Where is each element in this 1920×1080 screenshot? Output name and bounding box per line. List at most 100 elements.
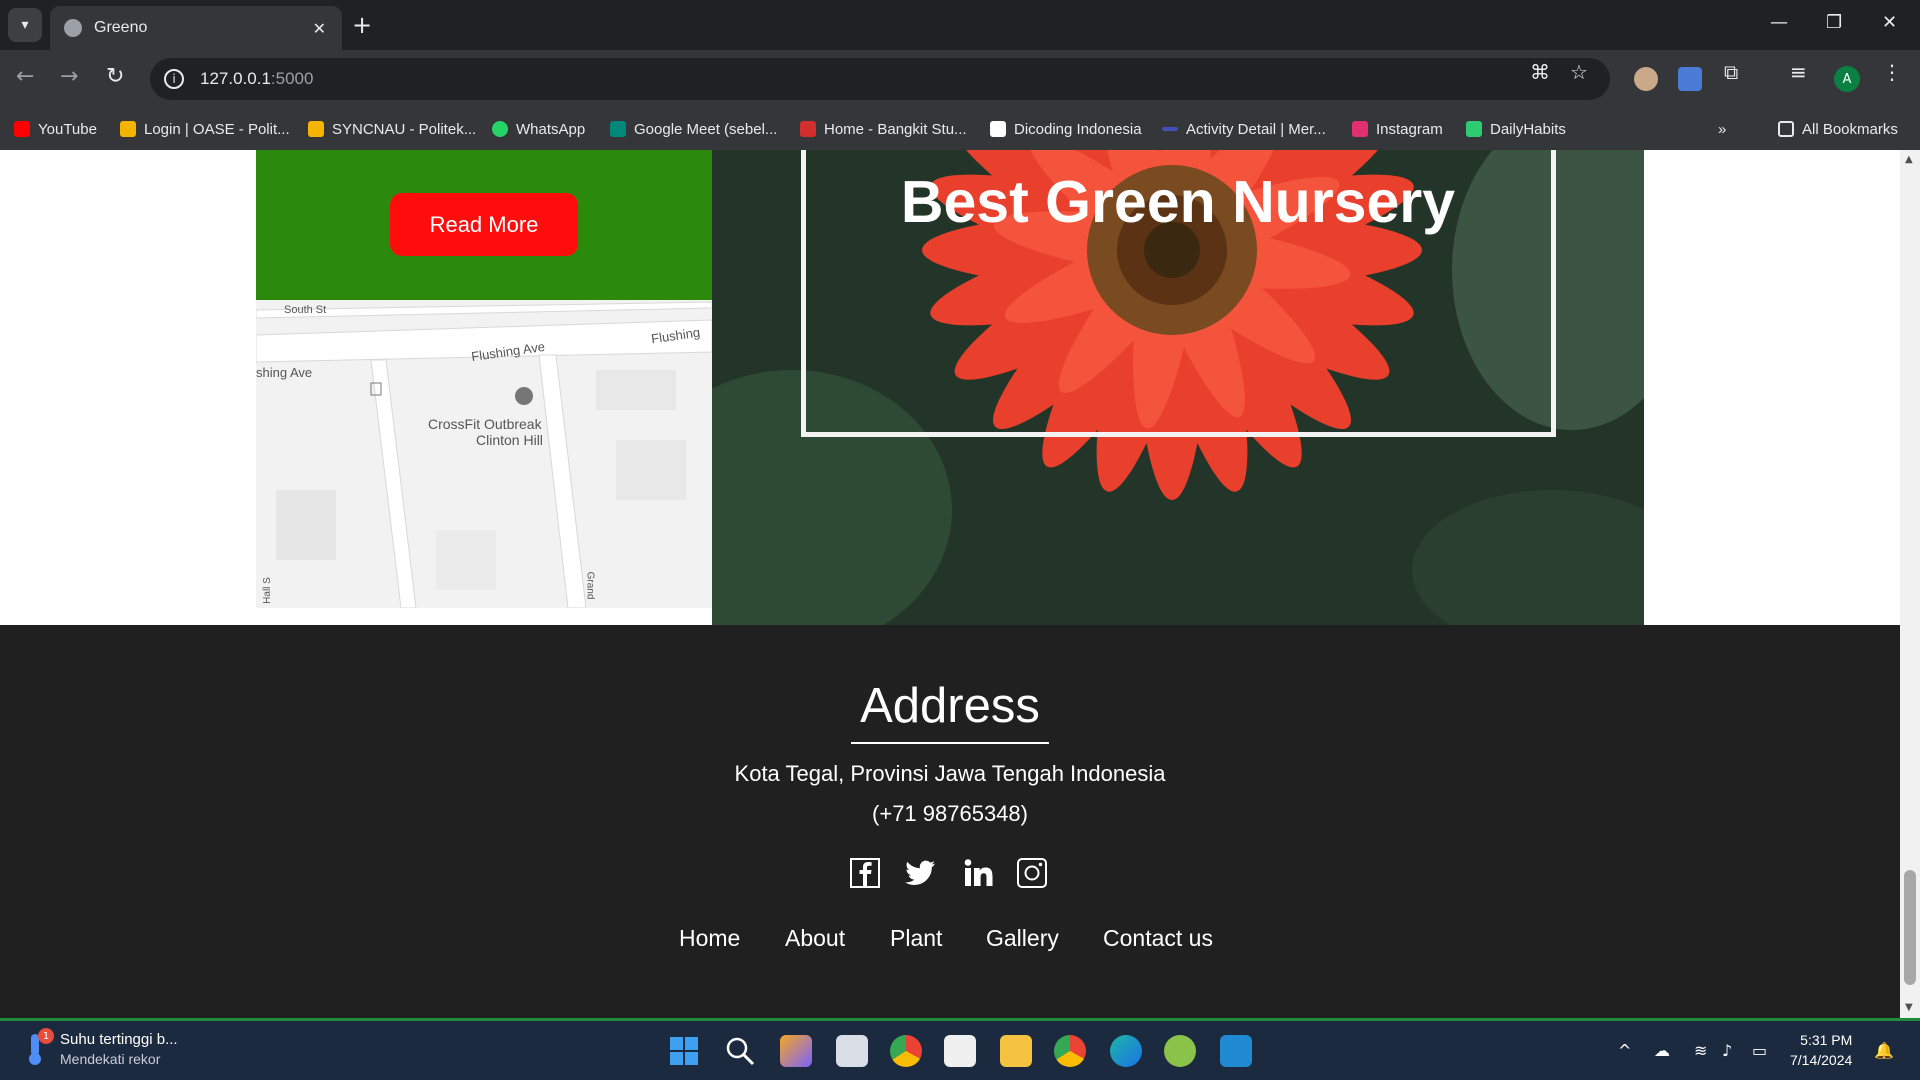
system-clock[interactable]: 5:31 PM 7/14/2024	[1790, 1030, 1852, 1070]
instagram-icon	[1352, 121, 1368, 137]
wifi-icon[interactable]: ≋	[1694, 1041, 1707, 1060]
show-hidden-icons-chevron[interactable]: ^	[1618, 1041, 1631, 1060]
embedded-map[interactable]: South St Flushing Ave Flushing shing Ave…	[256, 300, 712, 608]
map-label-flushing-ave-left: shing Ave	[256, 365, 313, 380]
copilot-icon[interactable]	[780, 1035, 812, 1067]
windows-start-icon[interactable]	[668, 1035, 700, 1067]
page-content: Read More South St Flushing Ave Flushing…	[0, 150, 1900, 1018]
google-meet-icon	[610, 121, 626, 137]
bookmarks-bar: YouTube Login | OASE - Polit... SYNCNAU …	[0, 108, 1920, 150]
tab-strip: ▾ Greeno ✕ + — ❐ ✕	[0, 0, 1920, 50]
tab-title: Greeno	[94, 19, 148, 36]
puzzle-icon[interactable]: ⧉	[1724, 60, 1738, 84]
map-label-south-st: South St	[284, 304, 327, 316]
close-window-button[interactable]: ✕	[1882, 12, 1897, 33]
bookmark-google-meet[interactable]: Google Meet (sebel...	[610, 116, 777, 142]
bookmark-bangkit[interactable]: Home - Bangkit Stu...	[800, 116, 967, 142]
new-tab-button[interactable]: +	[352, 10, 372, 40]
bookmark-instagram[interactable]: Instagram	[1352, 116, 1443, 142]
battery-icon[interactable]: ▭	[1752, 1041, 1767, 1060]
microsoft-store-icon[interactable]	[944, 1035, 976, 1067]
map-label-crossfit: CrossFit Outbreak	[428, 416, 542, 432]
bookmark-dicoding[interactable]: Dicoding Indonesia	[990, 116, 1142, 142]
footer-nav-contact[interactable]: Contact us	[1103, 925, 1213, 952]
facebook-icon[interactable]	[849, 857, 881, 889]
map-label-clinton-hill: Clinton Hill	[476, 432, 543, 448]
site-info-icon[interactable]: i	[164, 69, 184, 89]
media-control-icon[interactable]: ≡	[1790, 60, 1807, 84]
weather-title: Suhu tertinggi b...	[60, 1031, 178, 1048]
weather-badge: 1	[38, 1028, 54, 1044]
vscode-icon[interactable]	[1220, 1035, 1252, 1067]
browser-toolbar: ← → ↻ i 127.0.0.1:5000 ⌘ ☆ ⧉ ≡ ⋮	[0, 50, 1920, 108]
clock-date: 7/14/2024	[1790, 1052, 1853, 1068]
onedrive-cloud-icon[interactable]: ☁	[1654, 1041, 1670, 1060]
dicoding-icon	[990, 121, 1006, 137]
activity-icon	[1162, 127, 1178, 131]
instagram-icon[interactable]	[1016, 857, 1048, 889]
page-scrollbar[interactable]: ▲ ▼	[1900, 150, 1920, 1018]
bookmark-whatsapp[interactable]: WhatsApp	[492, 116, 585, 142]
more-bookmarks-icon[interactable]: »	[1718, 116, 1726, 142]
reload-button[interactable]: ↻	[106, 64, 124, 89]
minimize-button[interactable]: —	[1770, 12, 1788, 33]
tab-search-button[interactable]: ▾	[8, 8, 42, 42]
tab-greeno[interactable]: Greeno ✕	[50, 6, 342, 50]
all-bookmarks[interactable]: All Bookmarks	[1778, 116, 1898, 142]
file-explorer-icon[interactable]	[1000, 1035, 1032, 1067]
address-underline	[851, 742, 1049, 744]
footer-nav-about[interactable]: About	[785, 925, 845, 952]
address-heading: Address	[860, 679, 1040, 733]
linkedin-icon[interactable]	[962, 857, 994, 889]
scroll-down-arrow[interactable]: ▼	[1905, 1002, 1913, 1013]
dailyhabits-icon	[1466, 121, 1482, 137]
bookmark-activity-detail[interactable]: Activity Detail | Mer...	[1162, 116, 1326, 142]
volume-icon[interactable]: ♪	[1722, 1041, 1732, 1060]
app-icon[interactable]	[1164, 1035, 1196, 1067]
twitter-icon[interactable]	[904, 857, 936, 889]
task-view-icon[interactable]	[836, 1035, 868, 1067]
address-bar[interactable]: i 127.0.0.1:5000	[150, 58, 1610, 100]
footer-nav-home[interactable]: Home	[679, 925, 740, 952]
thermometer-icon: 1	[24, 1028, 54, 1066]
globe-icon	[64, 19, 82, 37]
edge-icon[interactable]	[1110, 1035, 1142, 1067]
read-more-button[interactable]: Read More	[390, 193, 578, 256]
footer: Address Kota Tegal, Provinsi Jawa Tengah…	[0, 625, 1900, 1018]
scroll-thumb[interactable]	[1904, 870, 1916, 985]
footer-nav-plant[interactable]: Plant	[890, 925, 942, 952]
forward-button[interactable]: →	[60, 64, 78, 89]
chrome-profile-icon[interactable]	[1054, 1035, 1086, 1067]
footer-nav-gallery[interactable]: Gallery	[986, 925, 1059, 952]
hero-flower-image: Best Green Nursery	[712, 150, 1644, 625]
weather-widget[interactable]: 1 Suhu tertinggi b... Mendekati rekor	[24, 1028, 178, 1067]
extension-icon[interactable]	[1634, 67, 1658, 91]
restore-button[interactable]: ❐	[1826, 12, 1842, 33]
profile-avatar[interactable]: A	[1834, 66, 1860, 92]
scroll-up-arrow[interactable]: ▲	[1905, 154, 1913, 165]
bookmark-dailyhabits[interactable]: DailyHabits	[1466, 116, 1566, 142]
whatsapp-icon	[492, 121, 508, 137]
bookmark-oase[interactable]: Login | OASE - Polit...	[120, 116, 290, 142]
syncnau-icon	[308, 121, 324, 137]
back-button[interactable]: ←	[16, 64, 34, 89]
windows-taskbar: 1 Suhu tertinggi b... Mendekati rekor ^ …	[0, 1018, 1920, 1080]
notification-bell-icon[interactable]: 🔔	[1874, 1041, 1894, 1060]
clock-time: 5:31 PM	[1800, 1032, 1853, 1048]
bookmark-youtube[interactable]: YouTube	[14, 116, 97, 142]
translate-icon[interactable]: ⌘	[1530, 60, 1550, 84]
map-label-hall: Hall S	[261, 577, 273, 604]
bangkit-icon	[800, 121, 816, 137]
url-text: 127.0.0.1:5000	[200, 69, 314, 88]
phone-number: (+71 98765348)	[872, 801, 1028, 826]
youtube-icon	[14, 121, 30, 137]
chrome-menu-icon[interactable]: ⋮	[1882, 60, 1902, 84]
map-label-grand: Grand	[584, 571, 596, 600]
bookmark-syncnau[interactable]: SYNCNAU - Politek...	[308, 116, 476, 142]
chrome-icon[interactable]	[890, 1035, 922, 1067]
search-icon[interactable]	[724, 1035, 756, 1067]
close-tab-icon[interactable]: ✕	[313, 19, 326, 38]
bookmark-star-icon[interactable]: ☆	[1570, 60, 1588, 84]
google-translate-extension-icon[interactable]	[1678, 67, 1702, 91]
intro-green-box: Read More	[256, 150, 712, 300]
